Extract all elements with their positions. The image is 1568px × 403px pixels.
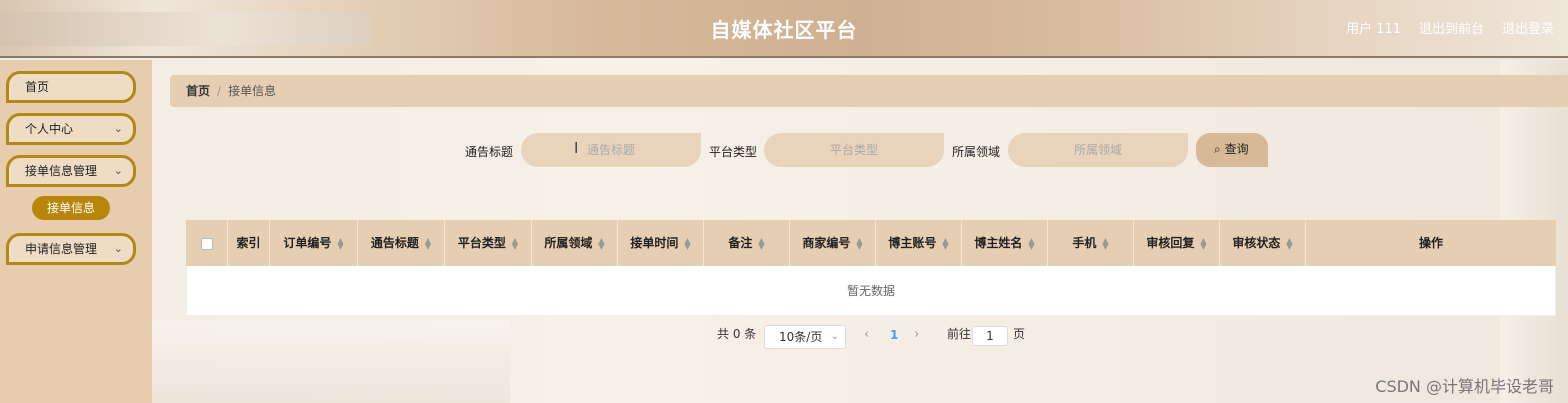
sort-icon[interactable]: ▲ ▼: [512, 236, 518, 250]
goto-label: 前往: [947, 327, 972, 341]
page-size-select[interactable]: 10条/页 ⌄: [764, 325, 846, 349]
column-header-label: 审核回复: [1146, 236, 1195, 250]
select-all-checkbox[interactable]: [200, 237, 213, 250]
sidebar-item-label: 首页: [25, 80, 50, 94]
sort-icon[interactable]: ▲ ▼: [684, 236, 690, 250]
sidebar: [0, 60, 152, 403]
sort-icon[interactable]: ▲ ▼: [1286, 236, 1292, 250]
sort-icon[interactable]: ▲ ▼: [758, 236, 764, 250]
sidebar-item-home[interactable]: 首页: [6, 71, 136, 103]
sort-icon[interactable]: ▲ ▼: [856, 236, 862, 250]
column-header-label: 订单编号: [283, 236, 332, 250]
column-header[interactable]: 博主账号 ▲ ▼: [876, 220, 962, 266]
sort-icon[interactable]: ▲ ▼: [598, 236, 604, 250]
watermark: CSDN @计算机毕设老哥: [1375, 377, 1554, 396]
column-header[interactable]: 手机 ▲ ▼: [1048, 220, 1134, 266]
column-header-label: 操作: [1418, 236, 1443, 250]
column-header: 操作: [1306, 220, 1556, 266]
column-header[interactable]: 审核回复 ▲ ▼: [1134, 220, 1220, 266]
column-header-label: 接单时间: [630, 236, 679, 250]
column-header-label: 博主账号: [888, 236, 937, 250]
search-icon: ⌕: [1214, 142, 1221, 156]
column-header-label: 博主姓名: [974, 236, 1023, 250]
sort-icon[interactable]: ▲ ▼: [425, 236, 431, 250]
column-header-label: 商家编号: [802, 236, 851, 250]
logout-link[interactable]: 退出登录: [1502, 18, 1554, 37]
search-label-domain: 所属领域: [952, 145, 1001, 159]
pagination-total: 共 0 条: [717, 327, 757, 341]
current-user: 用户 111: [1346, 22, 1401, 37]
column-header[interactable]: 所属领域 ▲ ▼: [532, 220, 618, 266]
select-all-column: [186, 220, 228, 266]
sidebar-item-label: 接单信息管理: [25, 164, 98, 178]
sidebar-item-personal-center[interactable]: 个人中心 ⌄: [6, 113, 136, 145]
breadcrumb: 首页 / 接单信息: [170, 75, 1568, 107]
column-header-label: 所属领域: [544, 236, 593, 250]
page-unit-label: 页: [1013, 327, 1026, 341]
data-table: 索引 订单编号 ▲ ▼ 通告标题 ▲ ▼ 平台类型 ▲ ▼ 所属领域 ▲ ▼ 接单时间 ▲ ▼ 备注…: [186, 220, 1556, 316]
chevron-down-icon: ⌄: [113, 164, 123, 177]
sidebar-item-order-management[interactable]: 接单信息管理 ⌄: [6, 155, 136, 187]
sort-icon[interactable]: ▲ ▼: [1200, 236, 1206, 250]
search-label-title: 通告标题: [465, 145, 514, 159]
sort-icon[interactable]: ▲ ▼: [1028, 236, 1034, 250]
back-to-front-link[interactable]: 退出到前台: [1419, 18, 1484, 37]
chevron-down-icon: ⌄: [830, 331, 839, 342]
sort-icon[interactable]: ▲ ▼: [1102, 236, 1108, 250]
platform-search-input[interactable]: 平台类型: [764, 133, 944, 167]
title-search-input[interactable]: 通告标题: [521, 133, 701, 167]
search-button[interactable]: ⌕ 查询: [1196, 133, 1268, 167]
domain-search-input[interactable]: 所属领域: [1008, 133, 1188, 167]
current-page-number[interactable]: 1: [890, 328, 898, 342]
breadcrumb-home[interactable]: 首页: [186, 84, 210, 98]
column-header-label: 索引: [236, 236, 261, 250]
column-header[interactable]: 商家编号 ▲ ▼: [790, 220, 876, 266]
next-page-icon[interactable]: ›: [914, 327, 919, 342]
breadcrumb-separator: /: [217, 84, 222, 98]
sort-icon[interactable]: ▲ ▼: [942, 236, 948, 250]
sidebar-item-application-management[interactable]: 申请信息管理 ⌄: [6, 233, 136, 265]
column-header: 索引: [228, 220, 270, 266]
search-button-label: 查询: [1224, 142, 1249, 156]
column-header[interactable]: 接单时间 ▲ ▼: [618, 220, 704, 266]
column-header[interactable]: 平台类型 ▲ ▼: [445, 220, 532, 266]
column-header[interactable]: 博主姓名 ▲ ▼: [962, 220, 1048, 266]
header-links: 用户 111 退出到前台 退出登录: [1346, 18, 1554, 37]
breadcrumb-current: 接单信息: [228, 84, 277, 98]
background-decoration: [150, 320, 510, 403]
prev-page-icon[interactable]: ‹: [864, 327, 869, 342]
column-header[interactable]: 通告标题 ▲ ▼: [358, 220, 445, 266]
sort-icon[interactable]: ▲ ▼: [337, 236, 343, 250]
top-header: 自媒体社区平台 用户 111 退出到前台 退出登录: [0, 0, 1568, 58]
chevron-down-icon: ⌄: [113, 122, 123, 135]
sidebar-subitem-order-info[interactable]: 接单信息: [32, 196, 110, 220]
text-cursor-icon: I: [574, 139, 579, 157]
table-header: 索引 订单编号 ▲ ▼ 通告标题 ▲ ▼ 平台类型 ▲ ▼ 所属领域 ▲ ▼ 接单时间 ▲ ▼ 备注…: [186, 220, 1556, 266]
page-size-value: 10条/页: [779, 330, 823, 344]
column-header[interactable]: 审核状态 ▲ ▼: [1220, 220, 1306, 266]
sidebar-item-label: 个人中心: [25, 122, 74, 136]
sidebar-item-label: 申请信息管理: [25, 242, 98, 256]
column-header-label: 平台类型: [457, 236, 506, 250]
app-title: 自媒体社区平台: [710, 18, 858, 42]
column-header-label: 手机: [1072, 236, 1097, 250]
column-header[interactable]: 备注 ▲ ▼: [704, 220, 790, 266]
column-header-label: 备注: [728, 236, 753, 250]
search-label-platform: 平台类型: [709, 145, 758, 159]
column-header-label: 审核状态: [1232, 236, 1281, 250]
column-header-label: 通告标题: [370, 236, 419, 250]
chevron-down-icon: ⌄: [113, 242, 123, 255]
table-empty-text: 暂无数据: [186, 266, 1556, 316]
column-header[interactable]: 订单编号 ▲ ▼: [270, 220, 358, 266]
goto-page-input[interactable]: 1: [972, 326, 1008, 346]
